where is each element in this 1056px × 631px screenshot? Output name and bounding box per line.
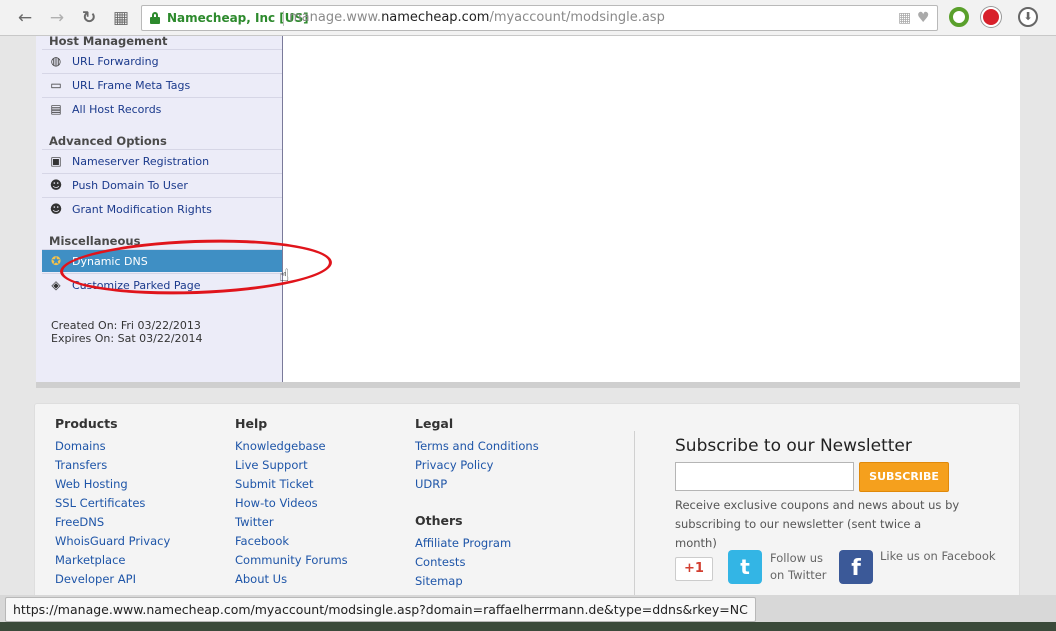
sidebar-item-label: Nameserver Registration bbox=[72, 154, 210, 168]
sidebar-item-grant-modification-rights[interactable]: ☻ Grant Modification Rights bbox=[42, 197, 282, 220]
adblock-icon[interactable] bbox=[981, 7, 1001, 27]
facebook-label[interactable]: Like us on Facebook bbox=[880, 548, 996, 565]
facebook-icon[interactable]: f bbox=[839, 550, 873, 584]
user-icon: ☻ bbox=[49, 178, 63, 192]
extension-refresh-icon[interactable] bbox=[949, 7, 969, 27]
footer-help: Help Knowledgebase Live Support Submit T… bbox=[235, 416, 348, 589]
domain-panel: Host Management ◍ URL Forwarding ▭ URL F… bbox=[36, 36, 1020, 388]
site-footer: Products Domains Transfers Web Hosting S… bbox=[34, 403, 1020, 595]
footer-divider bbox=[634, 431, 635, 595]
footer-link[interactable]: Developer API bbox=[55, 570, 170, 589]
host-management-heading: Host Management bbox=[49, 36, 168, 48]
newsletter-description: Receive exclusive coupons and news about… bbox=[675, 498, 960, 550]
user-icon: ☻ bbox=[49, 202, 63, 216]
globe-icon: ◍ bbox=[50, 54, 62, 68]
server-icon: ▣ bbox=[50, 154, 62, 168]
footer-link[interactable]: Community Forums bbox=[235, 551, 348, 570]
footer-products: Products Domains Transfers Web Hosting S… bbox=[55, 416, 170, 589]
footer-link[interactable]: Submit Ticket bbox=[235, 475, 348, 494]
sidebar-item-all-host-records[interactable]: ▤ All Host Records bbox=[42, 97, 282, 120]
address-separator bbox=[283, 11, 284, 26]
advanced-options-heading: Advanced Options bbox=[49, 134, 167, 148]
twitter-icon[interactable]: t bbox=[728, 550, 762, 584]
footer-link[interactable]: Sitemap bbox=[415, 572, 539, 591]
newsletter-title: Subscribe to our Newsletter bbox=[675, 436, 912, 456]
reload-icon[interactable]: ↻ bbox=[78, 7, 100, 29]
sidebar-item-label: Push Domain To User bbox=[72, 178, 188, 192]
footer-link[interactable]: Knowledgebase bbox=[235, 437, 348, 456]
sidebar-item-label: URL Forwarding bbox=[72, 54, 159, 68]
footer-link[interactable]: SSL Certificates bbox=[55, 494, 170, 513]
window-icon: ▭ bbox=[50, 78, 62, 92]
subscribe-button[interactable]: SUBSCRIBE bbox=[859, 462, 949, 492]
footer-link[interactable]: Domains bbox=[55, 437, 170, 456]
footer-link[interactable]: UDRP bbox=[415, 475, 539, 494]
browser-toolbar: ← → ↻ ▦ Namecheap, Inc [US] manage.www.n… bbox=[0, 0, 1056, 36]
twitter-label[interactable]: Follow us on Twitter bbox=[770, 550, 827, 584]
footer-link[interactable]: Twitter bbox=[235, 513, 348, 532]
hand-cursor-icon: ☝ bbox=[279, 266, 290, 286]
sidebar-item-label: Grant Modification Rights bbox=[72, 202, 212, 216]
heart-icon[interactable]: ♥ bbox=[917, 10, 930, 26]
expires-on: Expires On: Sat 03/22/2014 bbox=[51, 332, 203, 345]
page-icon: ◈ bbox=[51, 278, 61, 292]
back-icon[interactable]: ← bbox=[14, 7, 36, 29]
footer-link[interactable]: Web Hosting bbox=[55, 475, 170, 494]
footer-legal: Legal Terms and Conditions Privacy Polic… bbox=[415, 416, 539, 591]
sidebar-item-label: URL Frame Meta Tags bbox=[72, 78, 191, 92]
forward-icon[interactable]: → bbox=[46, 7, 68, 29]
footer-link[interactable]: Live Support bbox=[235, 456, 348, 475]
newsletter-email-input[interactable] bbox=[675, 462, 854, 491]
address-bar[interactable]: Namecheap, Inc [US] manage.www.namecheap… bbox=[141, 5, 938, 31]
footer-link[interactable]: Terms and Conditions bbox=[415, 437, 539, 456]
apps-icon[interactable]: ▦ bbox=[110, 7, 132, 29]
sidebar-item-push-domain[interactable]: ☻ Push Domain To User bbox=[42, 173, 282, 196]
lock-icon bbox=[150, 12, 160, 24]
created-on: Created On: Fri 03/22/2013 bbox=[51, 319, 201, 332]
sidebar-item-url-forwarding[interactable]: ◍ URL Forwarding bbox=[42, 49, 282, 72]
ev-certificate-label[interactable]: Namecheap, Inc [US] bbox=[167, 11, 309, 25]
footer-link[interactable]: WhoisGuard Privacy bbox=[55, 532, 170, 551]
footer-link[interactable]: Marketplace bbox=[55, 551, 170, 570]
products-heading: Products bbox=[55, 416, 118, 431]
grid-icon[interactable]: ▦ bbox=[898, 10, 911, 26]
sidebar-item-url-frame-meta-tags[interactable]: ▭ URL Frame Meta Tags bbox=[42, 73, 282, 96]
download-icon[interactable]: ⬇ bbox=[1018, 7, 1038, 27]
legal-heading: Legal bbox=[415, 416, 454, 431]
google-plus-button[interactable]: +1 bbox=[675, 557, 713, 581]
help-heading: Help bbox=[235, 416, 268, 431]
page-content: Host Management ◍ URL Forwarding ▭ URL F… bbox=[0, 36, 1056, 595]
footer-link[interactable]: Privacy Policy bbox=[415, 456, 539, 475]
footer-link[interactable]: Affiliate Program bbox=[415, 534, 539, 553]
footer-link[interactable]: Facebook bbox=[235, 532, 348, 551]
address-url[interactable]: manage.www.namecheap.com/myaccount/modsi… bbox=[289, 10, 665, 25]
footer-link[interactable]: Transfers bbox=[55, 456, 170, 475]
footer-link[interactable]: About Us bbox=[235, 570, 348, 589]
desktop-strip bbox=[0, 622, 1056, 631]
records-icon: ▤ bbox=[50, 102, 62, 116]
sidebar-item-label: All Host Records bbox=[72, 102, 162, 116]
footer-link[interactable]: FreeDNS bbox=[55, 513, 170, 532]
domain-dates: Created On: Fri 03/22/2013 Expires On: S… bbox=[51, 319, 203, 345]
footer-link[interactable]: Contests bbox=[415, 553, 539, 572]
footer-link[interactable]: How-to Videos bbox=[235, 494, 348, 513]
others-heading: Others bbox=[415, 513, 463, 528]
sidebar-item-nameserver-registration[interactable]: ▣ Nameserver Registration bbox=[42, 149, 282, 172]
sidebar: Host Management ◍ URL Forwarding ▭ URL F… bbox=[36, 36, 333, 382]
status-bar-url: https://manage.www.namecheap.com/myaccou… bbox=[5, 597, 756, 622]
